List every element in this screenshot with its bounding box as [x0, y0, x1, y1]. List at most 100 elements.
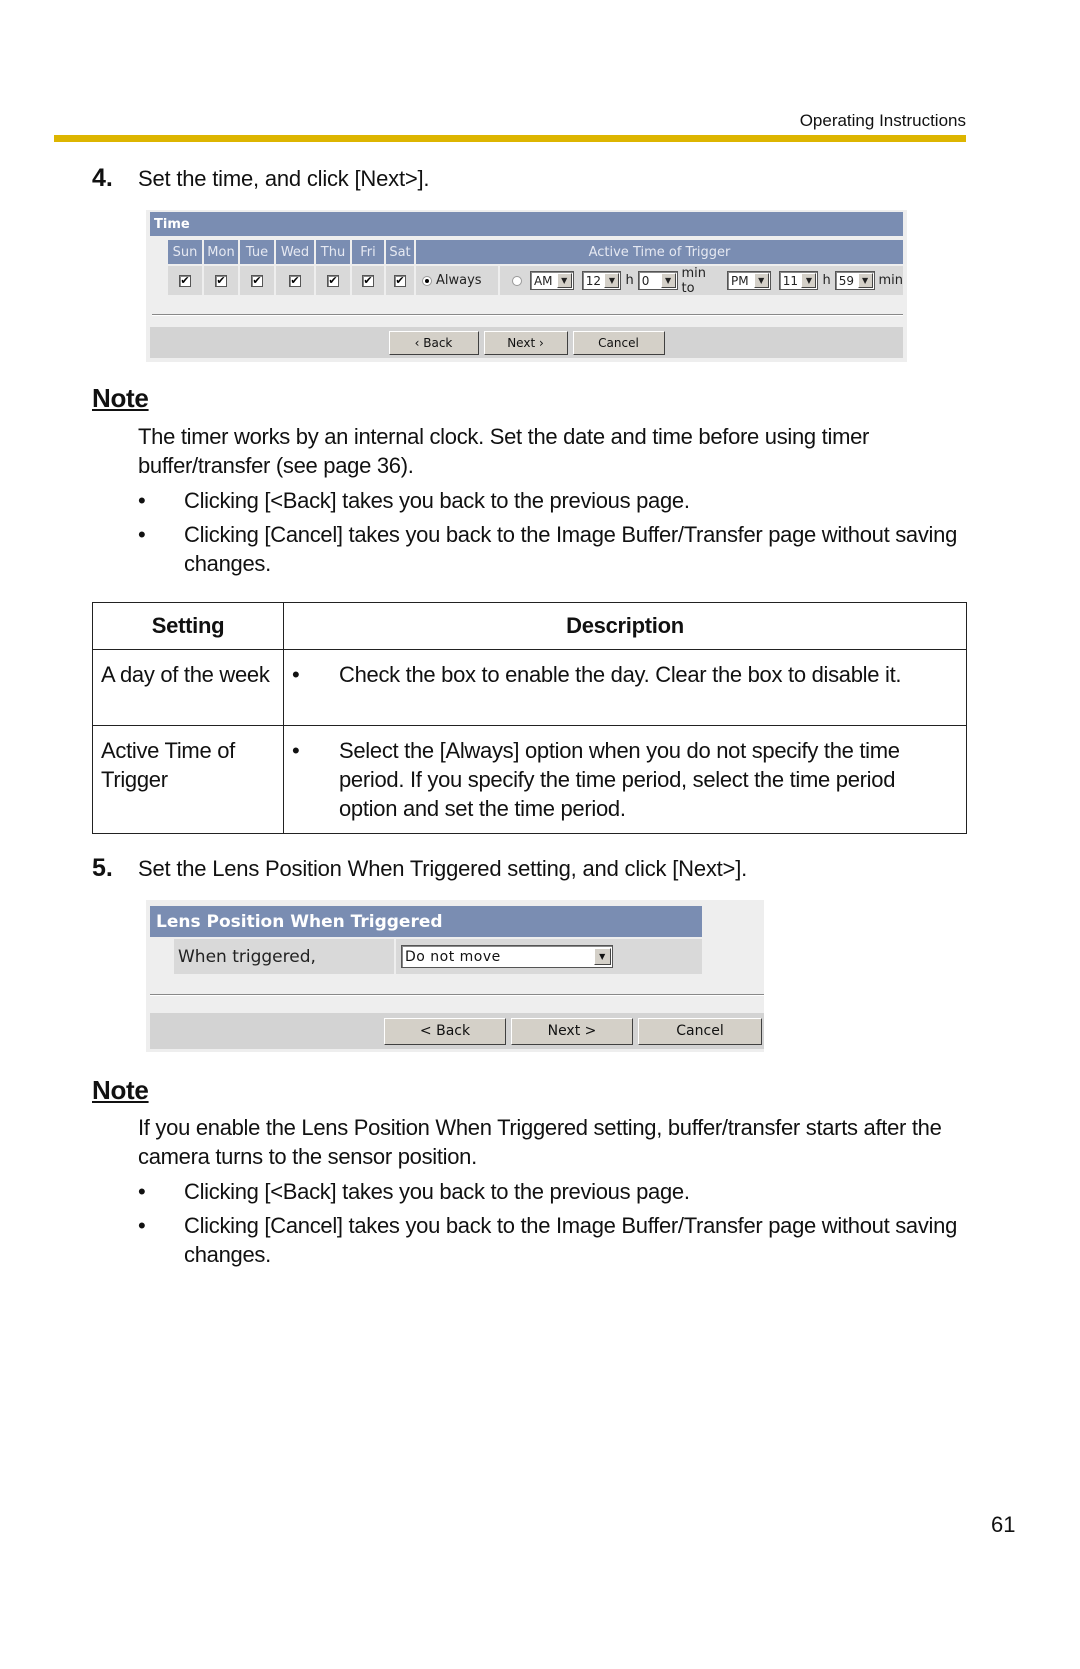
- start-min-value: 0: [641, 273, 650, 288]
- header-rule: [54, 135, 966, 142]
- back-button[interactable]: ‹ Back: [388, 330, 479, 355]
- bullet-text: Clicking [Cancel] takes you back to the …: [184, 1213, 958, 1267]
- time-settings-panel: Time Sun Mon Tue Wed Thu Fri Sat ✔ ✔ ✔ ✔…: [146, 210, 907, 362]
- setting-cell: Active Time of Trigger: [92, 725, 284, 834]
- cancel-button[interactable]: Cancel: [638, 1017, 762, 1045]
- page-number: 61: [991, 1512, 1016, 1537]
- end-hour-value: 11: [782, 273, 798, 288]
- checkbox-thu[interactable]: ✔: [327, 274, 339, 287]
- description-text: Select the [Always] option when you do n…: [339, 738, 900, 821]
- end-min-value: 59: [838, 273, 855, 288]
- bullet-icon: •: [138, 522, 146, 547]
- description-cell: • Select the [Always] option when you do …: [283, 725, 967, 834]
- step-5: 5. Set the Lens Position When Triggered …: [92, 854, 747, 883]
- panel-title: Time: [150, 212, 903, 236]
- time-range-radio[interactable]: [512, 275, 522, 286]
- note-bullet: • Clicking [<Back] takes you back to the…: [138, 486, 968, 515]
- start-hour-value: 12: [585, 273, 601, 288]
- chevron-down-icon: ▼: [556, 273, 572, 288]
- note-heading: Note: [92, 383, 149, 413]
- lens-position-select[interactable]: Do not move ▼: [401, 945, 613, 968]
- table-header-row: Setting Description: [92, 602, 967, 650]
- day-cell-mon: ✔: [204, 266, 238, 295]
- start-min-select[interactable]: 0 ▼: [637, 271, 678, 290]
- always-radio[interactable]: [422, 275, 432, 286]
- table-row: Active Time of Trigger • Select the [Alwa…: [92, 725, 967, 834]
- min-unit: min: [878, 273, 904, 288]
- always-label: Always: [436, 273, 482, 288]
- next-button[interactable]: Next ›: [483, 330, 568, 355]
- step-4: 4. Set the time, and click [Next>].: [92, 164, 430, 193]
- cancel-button[interactable]: Cancel: [572, 330, 665, 355]
- button-bar: < Back Next > Cancel: [150, 1013, 764, 1049]
- day-cell-thu: ✔: [316, 266, 350, 295]
- table-row: A day of the week • Check the box to enab…: [92, 649, 967, 726]
- start-hour-select[interactable]: 12 ▼: [581, 271, 622, 290]
- day-header-fri: Fri: [352, 240, 384, 264]
- day-cell-tue: ✔: [240, 266, 274, 295]
- bullet-icon: •: [292, 738, 300, 763]
- step-number: 4.: [92, 164, 113, 192]
- chevron-down-icon: ▼: [594, 948, 611, 965]
- chevron-down-icon: ▼: [801, 273, 817, 288]
- checkbox-sun[interactable]: ✔: [179, 274, 191, 287]
- end-min-select[interactable]: 59 ▼: [834, 271, 875, 290]
- day-header-sun: Sun: [168, 240, 202, 264]
- step-text: Set the time, and click [Next>].: [138, 166, 430, 191]
- column-header-description: Description: [283, 602, 967, 650]
- settings-table: Setting Description A day of the week • C…: [92, 602, 967, 834]
- checkbox-fri[interactable]: ✔: [362, 274, 374, 287]
- chevron-down-icon: ▼: [604, 273, 620, 288]
- checkbox-sat[interactable]: ✔: [394, 274, 406, 287]
- time-range-option: AM ▼ 12 ▼ h 0 ▼ min to PM ▼ 11 ▼ h 59 ▼ min: [500, 265, 904, 296]
- note-paragraph: The timer works by an internal clock. Se…: [138, 424, 870, 478]
- next-button[interactable]: Next >: [511, 1017, 633, 1045]
- checkbox-wed[interactable]: ✔: [289, 274, 301, 287]
- start-ampm-select[interactable]: AM ▼: [529, 271, 574, 290]
- active-time-header: Active Time of Trigger: [416, 240, 903, 264]
- divider: [152, 314, 903, 316]
- hour-unit: h: [822, 273, 831, 288]
- checkbox-tue[interactable]: ✔: [251, 274, 263, 287]
- when-triggered-label: When triggered,: [174, 939, 394, 974]
- note-bullet: • Clicking [Cancel] takes you back to th…: [138, 520, 968, 578]
- panel-title: Lens Position When Triggered: [150, 906, 702, 937]
- day-header-wed: Wed: [276, 240, 314, 264]
- hour-unit: h: [625, 273, 634, 288]
- day-cell-fri: ✔: [352, 266, 384, 295]
- min-to-label: min to: [681, 265, 707, 296]
- lens-position-value: Do not move: [405, 948, 501, 965]
- button-bar: ‹ Back Next › Cancel: [150, 327, 903, 358]
- day-cell-sat: ✔: [386, 266, 414, 295]
- running-header: Operating Instructions: [799, 111, 966, 130]
- end-ampm-select[interactable]: PM ▼: [726, 271, 771, 290]
- bullet-icon: •: [138, 1179, 146, 1204]
- day-cell-wed: ✔: [276, 266, 314, 295]
- setting-cell: A day of the week: [92, 649, 284, 726]
- step-text: Set the Lens Position When Triggered set…: [138, 856, 748, 881]
- back-button[interactable]: < Back: [384, 1017, 506, 1045]
- note-paragraph: If you enable the Lens Position When Tri…: [138, 1115, 942, 1169]
- checkbox-mon[interactable]: ✔: [215, 274, 227, 287]
- description-cell: • Check the box to enable the day. Clear …: [283, 649, 967, 726]
- note-bullet: • Clicking [Cancel] takes you back to th…: [138, 1211, 968, 1269]
- start-ampm-value: AM: [533, 273, 553, 288]
- day-header-tue: Tue: [240, 240, 274, 264]
- end-ampm-value: PM: [730, 273, 749, 288]
- bullet-icon: •: [292, 662, 300, 687]
- day-cell-sun: ✔: [168, 266, 202, 295]
- lens-position-panel: Lens Position When Triggered When trigge…: [146, 900, 764, 1052]
- chevron-down-icon: ▼: [753, 273, 769, 288]
- bullet-text: Clicking [Cancel] takes you back to the …: [184, 522, 958, 576]
- description-text: Check the box to enable the day. Clear t…: [339, 662, 902, 687]
- always-option: Always: [416, 266, 498, 295]
- step-number: 5.: [92, 854, 113, 882]
- divider: [150, 994, 764, 996]
- when-triggered-field: Do not move ▼: [396, 939, 702, 974]
- column-header-setting: Setting: [92, 602, 284, 650]
- day-header-thu: Thu: [316, 240, 350, 264]
- day-header-mon: Mon: [204, 240, 238, 264]
- day-header-sat: Sat: [386, 240, 414, 264]
- end-hour-select[interactable]: 11 ▼: [778, 271, 819, 290]
- chevron-down-icon: ▼: [660, 273, 676, 288]
